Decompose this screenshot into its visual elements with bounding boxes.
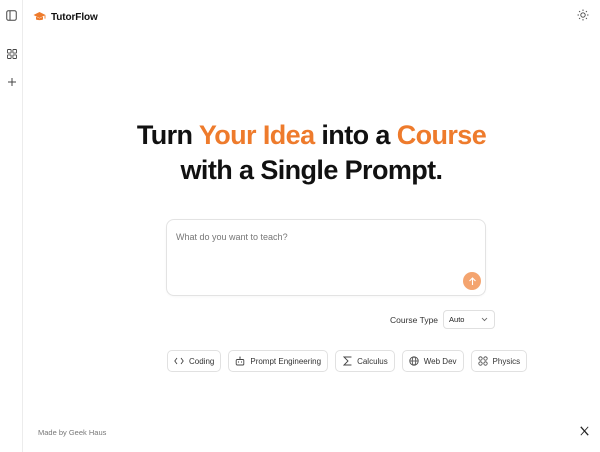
hero-line-1: Turn Your Idea into a Course [136, 120, 487, 150]
atom-icon [477, 356, 488, 366]
graduation-cap-icon [33, 11, 46, 23]
theme-toggle-button[interactable] [576, 8, 590, 26]
sun-icon [577, 8, 589, 26]
chip-prompt-engineering[interactable]: Prompt Engineering [228, 350, 329, 372]
sidebar [0, 0, 23, 452]
hero-heading: Turn Your Idea into a Course with a Sing… [23, 118, 600, 188]
hero-accent-course: Course [396, 120, 487, 150]
hero-accent-idea: Your Idea [198, 120, 315, 150]
chip-coding[interactable]: Coding [167, 350, 222, 372]
brand-name[interactable]: TutorFlow [51, 12, 98, 23]
sidebar-toggle-button[interactable] [4, 8, 19, 23]
course-type: Course Type Auto [390, 310, 496, 329]
hero-line-2: with a Single Prompt. [180, 155, 444, 185]
chip-physics[interactable]: Physics [470, 350, 528, 372]
chip-label: Prompt Engineering [250, 356, 322, 366]
footer-credit[interactable]: Made by Geek Haus [38, 428, 106, 437]
chip-label: Calculus [357, 356, 388, 366]
chip-label: Physics [492, 356, 521, 366]
code-icon [174, 356, 184, 366]
robot-icon [235, 356, 245, 366]
x-social-link[interactable] [579, 425, 589, 437]
send-button[interactable] [463, 272, 481, 290]
chip-calculus[interactable]: Calculus [335, 350, 395, 372]
grid-icon [6, 48, 17, 59]
sigma-icon [342, 356, 352, 366]
course-type-label: Course Type [390, 314, 439, 325]
chevron-down-icon [481, 315, 488, 324]
prompt-input[interactable] [176, 229, 456, 245]
course-type-select[interactable]: Auto [443, 310, 496, 329]
course-type-value: Auto [449, 315, 465, 324]
arrow-up-icon [468, 274, 477, 289]
globe-icon [409, 356, 419, 366]
grid-button[interactable] [4, 46, 19, 61]
chip-label: Coding [189, 356, 215, 366]
header: TutorFlow [23, 0, 600, 34]
new-course-button[interactable] [4, 74, 19, 89]
sidebar-toggle-icon [6, 10, 17, 21]
prompt-box [166, 219, 486, 296]
suggestion-chips: Coding Prompt Engineering Calculus Web D… [167, 350, 528, 372]
plus-icon [7, 77, 17, 87]
chip-web-dev[interactable]: Web Dev [401, 350, 464, 372]
x-logo-icon [579, 423, 589, 441]
chip-label: Web Dev [423, 356, 457, 366]
